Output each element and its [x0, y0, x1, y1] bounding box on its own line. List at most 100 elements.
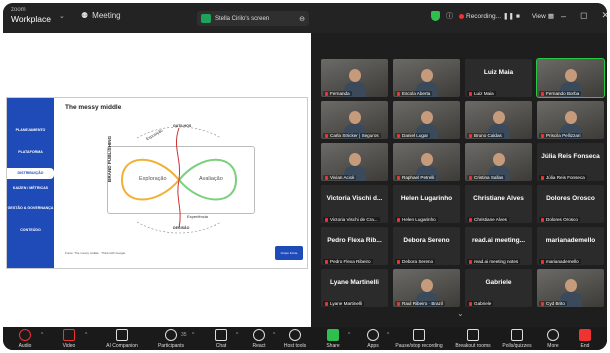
participant-tile[interactable]: Priscila Pellizzari: [537, 101, 604, 139]
participant-tile[interactable]: Daniel Lugar: [393, 101, 460, 139]
meeting-tab[interactable]: ⚉ Meeting: [81, 11, 121, 20]
participant-tile[interactable]: Helen Lugarinho Helen Lugarinho: [393, 185, 460, 223]
participant-tile[interactable]: Gabriele Gabriele: [465, 269, 532, 307]
mic-muted-icon: [469, 259, 472, 264]
pause-record-icon: [413, 329, 425, 341]
participant-name-tag: Pedro Flexa Ribeiro: [323, 259, 373, 264]
pause-icon[interactable]: ❚❚: [503, 12, 514, 20]
chevron-down-icon[interactable]: ⌄: [59, 12, 65, 20]
infinity-loop-diagram: [120, 126, 238, 234]
participant-name-tag: Cyd Brito: [539, 301, 567, 306]
participant-display-name: Gabriele: [485, 279, 512, 286]
info-icon[interactable]: ⓘ: [446, 11, 453, 21]
participants-options-chevron[interactable]: ^: [192, 332, 194, 338]
participant-display-name: Christiane Alves: [473, 195, 524, 202]
close-icon[interactable]: ✕: [602, 10, 608, 21]
participant-name-tag: Luiz Maia: [467, 91, 496, 96]
participant-tile[interactable]: Cyd Brito: [537, 269, 604, 307]
participant-tile[interactable]: Bruno Caldas: [465, 101, 532, 139]
participant-display-name: Lyane Martinelli: [330, 279, 379, 286]
participant-name: Pedro Flexa Ribeiro: [330, 259, 371, 264]
end-label: End: [580, 343, 590, 349]
breakout-rooms-label: Breakout rooms: [455, 343, 491, 349]
recording-control-label: Pause/stop recording: [395, 343, 443, 349]
participant-tile[interactable]: Cristina Sallas: [465, 143, 532, 181]
slide-footer: Fonte: The messy middle · Think with Goo…: [65, 251, 126, 255]
pause-stop-recording-button[interactable]: Pause/stop recording: [388, 329, 450, 349]
end-button[interactable]: End: [565, 329, 605, 349]
participant-tile[interactable]: Raul Ribeiro · Brazil: [393, 269, 460, 307]
mic-muted-icon: [325, 91, 328, 96]
participant-tile[interactable]: Escola Aberta: [393, 59, 460, 97]
zoom-brand: zoom Workplace: [11, 6, 51, 24]
participant-tile[interactable]: Júlia Reis Fonseca Júlia Reis Fonseca: [537, 143, 604, 181]
react-icon: [253, 329, 265, 341]
grid-icon: ▦: [547, 13, 555, 20]
participant-name-tag: Vivian Acioli: [323, 175, 357, 180]
chevron-down-icon[interactable]: ⌄: [457, 309, 464, 318]
participant-tile[interactable]: Raphael Petrelli: [393, 143, 460, 181]
breakout-rooms-button[interactable]: Breakout rooms: [449, 329, 497, 349]
maximize-icon[interactable]: ◻: [580, 10, 587, 21]
participant-tile[interactable]: Fernanda: [321, 59, 388, 97]
mic-muted-icon: [325, 217, 328, 222]
mic-muted-icon: [397, 133, 400, 138]
participant-tile[interactable]: read.ai meeting... read.ai meeting notes: [465, 227, 532, 265]
participant-name: Helen Lugarinho: [402, 217, 436, 222]
video-off-icon: [63, 329, 75, 341]
participant-tile[interactable]: Lyane Martinelli Lyane Martinelli: [321, 269, 388, 307]
participant-name-tag: Lyane Martinelli: [323, 301, 365, 306]
audio-button[interactable]: Audio: [5, 329, 45, 349]
participant-tile[interactable]: Carla Stricker | Seguros: [321, 101, 388, 139]
participant-display-name: Dolores Orosco: [546, 195, 595, 202]
participant-name-tag: read.ai meeting notes: [467, 259, 521, 264]
minimize-icon[interactable]: –: [561, 11, 566, 21]
video-options-chevron[interactable]: ^: [85, 332, 87, 338]
share-screen-icon: [327, 329, 339, 341]
mic-muted-icon: [325, 259, 328, 264]
participant-tile[interactable]: Debora Sereno Debora Sereno: [393, 227, 460, 265]
more-options-icon[interactable]: ⊖: [299, 15, 305, 23]
mic-muted-icon: [325, 133, 328, 138]
participant-display-name: Luiz Maia: [483, 69, 514, 76]
more-icon: [547, 329, 559, 341]
chat-label: Chat: [215, 343, 227, 349]
participant-tile[interactable]: Dolores Orosco Dolores Orosco: [537, 185, 604, 223]
participant-tile[interactable]: Christiane Alves Christiane Alves: [465, 185, 532, 223]
participant-tile[interactable]: Victoria Vischi d... Victoria Vischi de C…: [321, 185, 388, 223]
view-button[interactable]: View ▦: [531, 12, 555, 21]
participant-tile[interactable]: Luiz Maia Luiz Maia: [465, 59, 532, 97]
participant-tile[interactable]: Pedro Flexa Rib... Pedro Flexa Ribeiro: [321, 227, 388, 265]
share-button[interactable]: Share: [313, 329, 353, 349]
decisao-label: DECISÃO: [173, 226, 190, 230]
participant-name: Christiane Alves: [474, 217, 507, 222]
ai-companion-button[interactable]: AI Companion: [98, 329, 146, 349]
participants-icon: [165, 329, 177, 341]
participant-tile[interactable]: Fernando Borba: [536, 58, 605, 98]
share-options-chevron[interactable]: ^: [348, 332, 350, 338]
chat-options-chevron[interactable]: ^: [236, 332, 238, 338]
chat-button[interactable]: Chat: [201, 329, 241, 349]
mic-muted-icon: [469, 133, 472, 138]
mic-muted-icon: [469, 175, 472, 180]
share-screen-icon: [201, 14, 211, 23]
host-tools-button[interactable]: Host tools: [275, 329, 315, 349]
participant-tile[interactable]: Vivian Acioli: [321, 143, 388, 181]
more-label: More: [547, 343, 559, 349]
slide-logo: Grupo Fonte: [275, 246, 303, 260]
recording-status[interactable]: Recording... ❚❚ ■: [459, 12, 520, 20]
participant-tile[interactable]: marianademello marianademello: [537, 227, 604, 265]
ai-companion-label: AI Companion: [106, 343, 138, 349]
participant-name-tag: Daniel Lugar: [395, 133, 431, 138]
share-label: Share: [326, 343, 340, 349]
participants-count: 35: [181, 332, 187, 338]
view-label: View: [531, 12, 546, 20]
ai-companion-icon: [116, 329, 128, 341]
audio-options-chevron[interactable]: ^: [41, 332, 43, 338]
apps-icon: [367, 329, 379, 341]
security-shield-icon[interactable]: [431, 11, 440, 21]
shared-screen-tab[interactable]: Stella Cirilo's screen ⊖: [197, 11, 309, 26]
stop-icon[interactable]: ■: [516, 13, 520, 20]
video-button[interactable]: Video: [49, 329, 89, 349]
participant-name-tag: Fernando Borba: [539, 91, 582, 96]
